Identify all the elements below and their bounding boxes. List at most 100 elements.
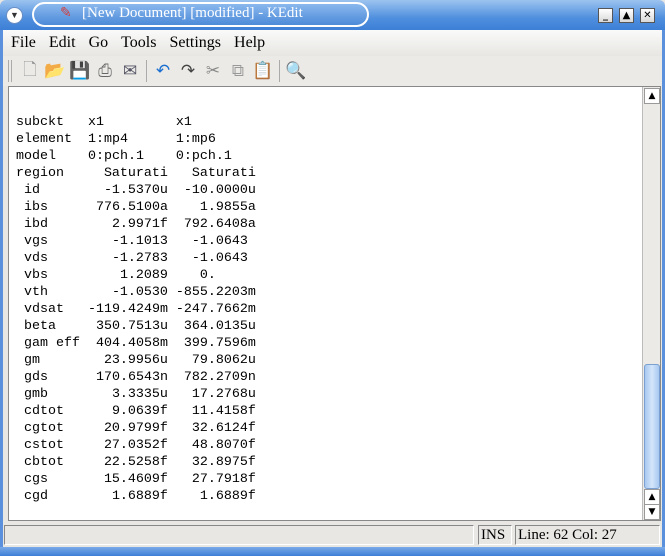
title-bar: ▼ ✎ [New Document] [modified] - KEdit _ …	[0, 0, 665, 30]
line-value-1: -1.0530	[111, 285, 168, 300]
text-line: gm 23.9956u 79.8062u	[16, 352, 256, 369]
line-value-2: 1.9855a	[199, 200, 256, 215]
line-value-1: 27.0352f	[103, 438, 168, 453]
line-value-2: 27.7918f	[191, 472, 256, 487]
line-label: subckt	[16, 115, 64, 130]
kedit-app-icon: ✎	[60, 6, 72, 21]
cursor-position: Line: 62 Col: 27	[515, 525, 660, 545]
menu-help[interactable]: Help	[229, 30, 270, 56]
line-label: vgs	[16, 234, 48, 249]
line-value-1: 2.9971f	[111, 217, 168, 232]
line-label: gmb	[16, 387, 48, 402]
line-label: vds	[16, 251, 48, 266]
document-text[interactable]: subckt x1 x1 element 1:mp4 1:mp6 model 0:pch.1 0…	[16, 114, 256, 505]
line-label: cdtot	[16, 404, 64, 419]
text-editor[interactable]: subckt x1 x1 element 1:mp4 1:mp6 model 0:pch.1 0…	[8, 86, 661, 521]
line-value-1: 3.3335u	[111, 387, 168, 402]
text-line: gmb 3.3335u 17.2768u	[16, 386, 256, 403]
line-label: model	[16, 149, 56, 164]
line-label: cgs	[16, 472, 48, 487]
toolbar-grip[interactable]	[8, 60, 12, 82]
line-value-2: 792.6408a	[183, 217, 256, 232]
window-menu-button[interactable]: ▼	[6, 7, 23, 24]
line-value-2: -247.7662m	[175, 302, 256, 317]
toolbar-separator	[279, 60, 280, 82]
line-label: gam eff	[16, 336, 80, 351]
line-value-2: 0:pch.1	[175, 149, 232, 164]
line-label: ibs	[16, 200, 48, 215]
line-value-2: -1.0643	[191, 251, 256, 266]
vertical-scrollbar[interactable]: ▲ ▲ ▼	[642, 87, 660, 520]
line-label: gm	[16, 353, 40, 368]
line-value-1: -1.1013	[111, 234, 168, 249]
open-folder-icon[interactable]: 📂	[44, 60, 66, 82]
menu-file[interactable]: File	[6, 30, 41, 56]
new-document-icon[interactable]: 🗋	[19, 60, 41, 82]
text-line: cgs 15.4609f 27.7918f	[16, 471, 256, 488]
paste-icon[interactable]: 📋	[252, 60, 274, 82]
line-value-2: -10.0000u	[183, 183, 256, 198]
menu-go[interactable]: Go	[84, 30, 114, 56]
line-value-2: 32.6124f	[191, 421, 256, 436]
menu-settings[interactable]: Settings	[164, 30, 226, 56]
line-value-2: 32.8975f	[191, 455, 256, 470]
menu-edit[interactable]: Edit	[44, 30, 81, 56]
line-value-2: 0.	[199, 268, 256, 283]
line-value-2: Saturati	[191, 166, 256, 181]
scroll-down-button[interactable]: ▼	[644, 504, 660, 520]
scroll-up-button-bottom[interactable]: ▲	[644, 489, 660, 505]
text-line: beta 350.7513u 364.0135u	[16, 318, 256, 335]
line-value-1: -1.5370u	[103, 183, 168, 198]
window-title: [New Document] [modified] - KEdit	[82, 5, 303, 21]
line-value-1: 0:pch.1	[87, 149, 144, 164]
text-line: vdsat -119.4249m -247.7662m	[16, 301, 256, 318]
text-line: gam eff 404.4058m 399.7596m	[16, 335, 256, 352]
redo-icon[interactable]: ↷	[177, 60, 199, 82]
line-label: beta	[16, 319, 56, 334]
text-line: cgtot 20.9799f 32.6124f	[16, 420, 256, 437]
status-bar: INS Line: 62 Col: 27	[0, 523, 665, 547]
undo-icon[interactable]: ↶	[152, 60, 174, 82]
close-button[interactable]: ✕	[640, 8, 655, 23]
line-value-1: x1	[87, 115, 104, 130]
cut-icon[interactable]: ✂	[202, 60, 224, 82]
line-value-1: 23.9956u	[103, 353, 168, 368]
line-value-1: 9.0639f	[111, 404, 168, 419]
line-label: gds	[16, 370, 48, 385]
minimize-button[interactable]: _	[598, 8, 613, 23]
menu-tools[interactable]: Tools	[116, 30, 161, 56]
line-value-1: Saturati	[103, 166, 168, 181]
line-value-1: 1:mp4	[87, 132, 128, 147]
text-line: cbtot 22.5258f 32.8975f	[16, 454, 256, 471]
toolbar: 🗋 📂 💾 ⎙ ✉ ↶ ↷ ✂ ⧉ 📋 🔍	[0, 56, 665, 86]
maximize-button[interactable]: ▲	[619, 8, 634, 23]
scrollbar-thumb[interactable]	[644, 364, 660, 489]
copy-icon[interactable]: ⧉	[227, 60, 249, 82]
line-value-2: 48.8070f	[191, 438, 256, 453]
line-value-1: 1.6889f	[111, 489, 168, 504]
print-icon[interactable]: ⎙	[94, 60, 116, 82]
text-line: vth -1.0530 -855.2203m	[16, 284, 256, 301]
send-mail-icon[interactable]: ✉	[119, 60, 141, 82]
scroll-up-button[interactable]: ▲	[644, 88, 660, 104]
find-icon[interactable]: 🔍	[285, 60, 307, 82]
text-line: vgs -1.1013 -1.0643	[16, 233, 256, 250]
text-line: subckt x1 x1	[16, 114, 256, 131]
line-label: region	[16, 166, 64, 181]
line-value-2: -855.2203m	[175, 285, 256, 300]
save-icon[interactable]: 💾	[69, 60, 91, 82]
text-line: ibs 776.5100a 1.9855a	[16, 199, 256, 216]
text-line: gds 170.6543n 782.2709n	[16, 369, 256, 386]
